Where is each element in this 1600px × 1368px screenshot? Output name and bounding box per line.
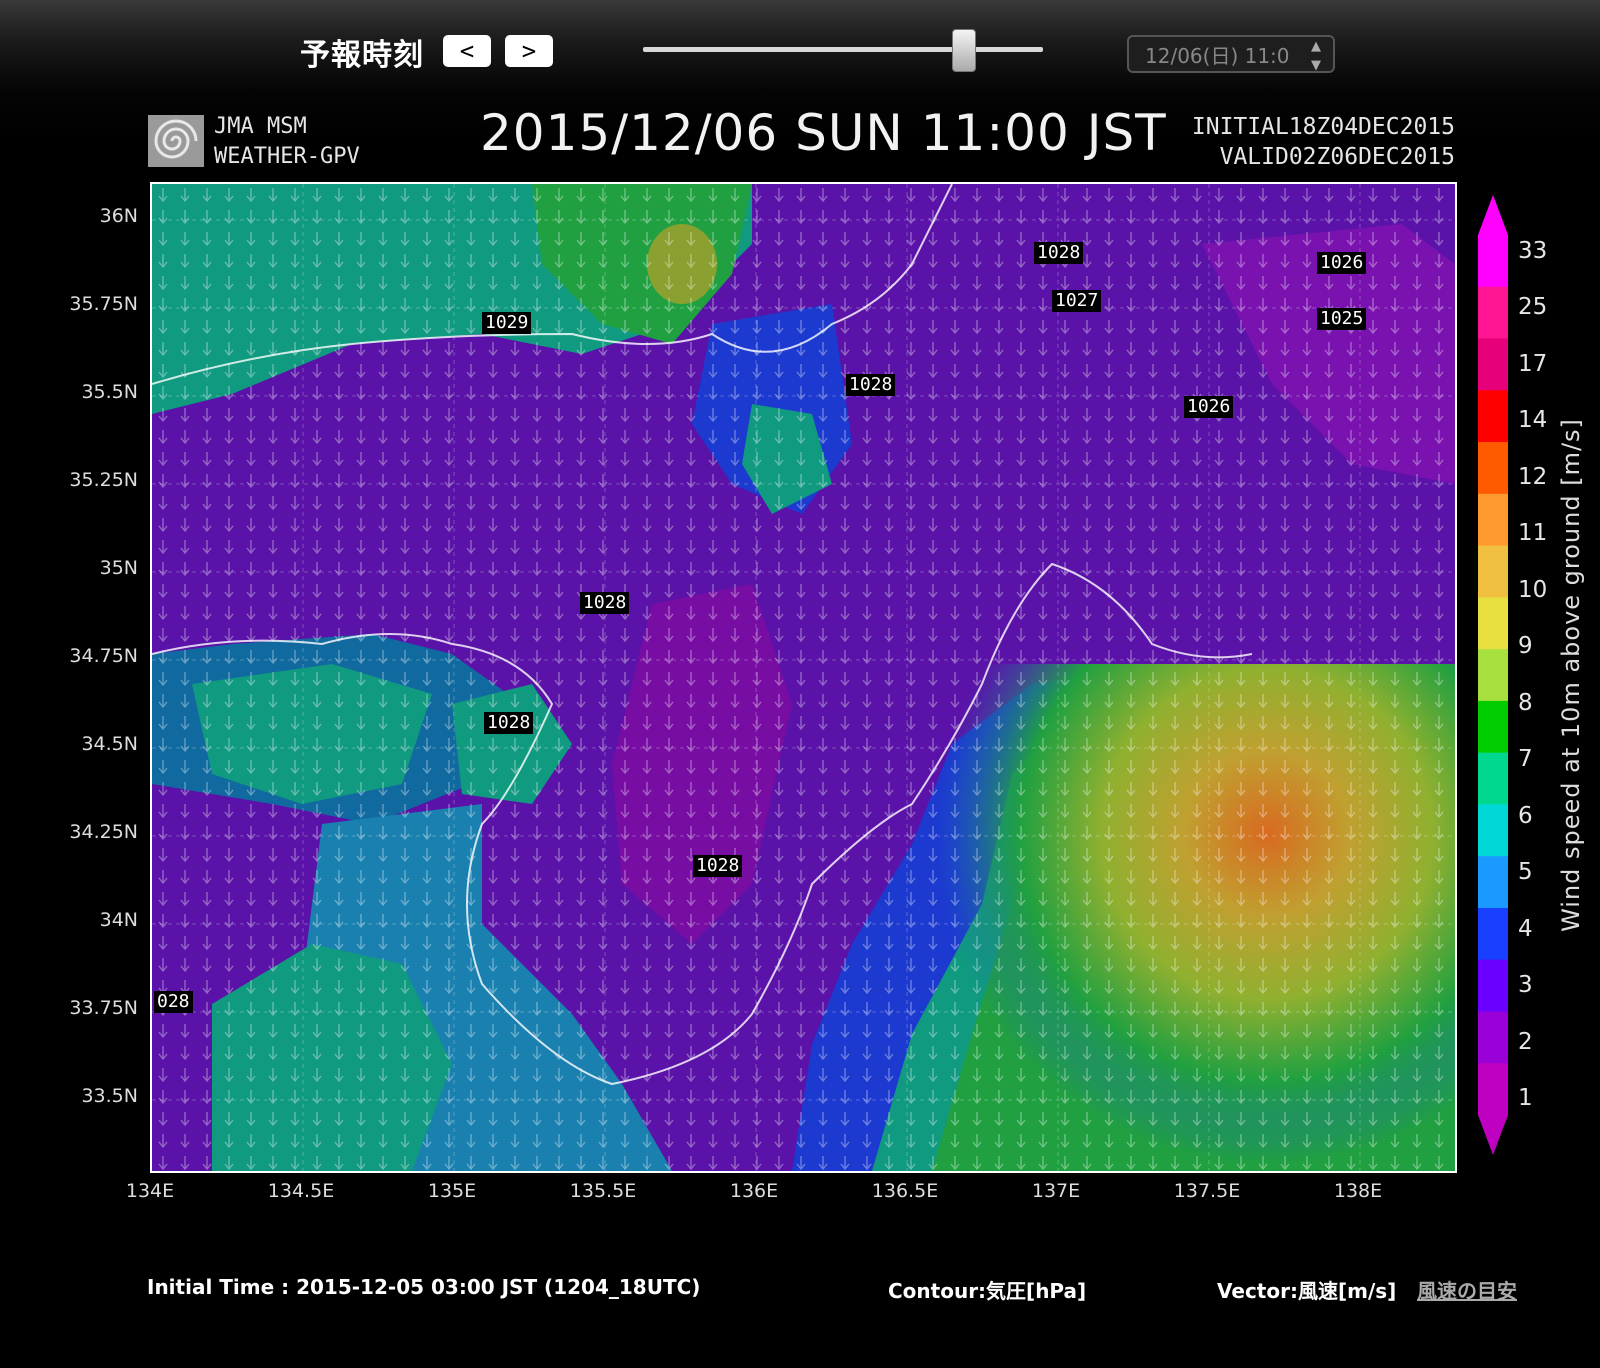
forecast-datetime-title: 2015/12/06 SUN 11:00 JST xyxy=(480,104,1167,162)
colorbar-swatch xyxy=(1478,959,1508,1012)
colorbar-swatch xyxy=(1478,338,1508,391)
isobar-label: 1028 xyxy=(846,374,896,396)
time-select[interactable]: 12/06(日) 11:0 ▲ ▼ xyxy=(1127,35,1335,73)
colorbar-swatch xyxy=(1478,390,1508,443)
isobar-label: 1025 xyxy=(1317,308,1367,330)
lon-label: 134.5E xyxy=(267,1180,335,1202)
colorbar-swatch xyxy=(1478,286,1508,340)
lat-label: 33.75N xyxy=(69,997,138,1019)
isobar-label: 1028 xyxy=(693,855,743,877)
jma-swirl-logo-icon xyxy=(148,115,204,167)
forecast-time-label: 予報時刻 xyxy=(300,38,424,73)
wind-speed-guide-link-text[interactable]: 風速の目安 xyxy=(1417,1279,1517,1303)
isobar-label: 1026 xyxy=(1184,396,1234,418)
colorbar-label: 14 xyxy=(1518,407,1548,433)
isobar-label: 1026 xyxy=(1317,252,1367,274)
isobar-label: 1028 xyxy=(484,712,534,734)
colorbar-label: 3 xyxy=(1518,972,1533,998)
lat-label: 34.25N xyxy=(69,821,138,843)
contour-legend: Contour:気圧[hPa] xyxy=(888,1279,1087,1303)
prev-time-button[interactable]: < xyxy=(443,35,491,67)
colorbar-bottom-arrow xyxy=(1478,1115,1508,1155)
init-valid-info: INITIAL18Z04DEC2015 VALID02Z06DEC2015 xyxy=(1140,112,1455,172)
isobar-label: 028 xyxy=(154,991,193,1013)
lon-label: 135E xyxy=(427,1180,477,1202)
lon-label: 134E xyxy=(125,1180,175,1202)
time-slider-handle[interactable] xyxy=(952,29,976,72)
wind-map: 1028 1027 1026 1025 1029 1028 1026 1028 … xyxy=(150,182,1457,1173)
lon-label: 137.5E xyxy=(1173,1180,1241,1202)
select-arrows-icon: ▲ ▼ xyxy=(1311,39,1321,73)
initial-time-text: Initial Time : 2015-12-05 03:00 JST (120… xyxy=(147,1275,701,1299)
colorbar-swatch xyxy=(1478,804,1508,857)
lon-label: 138E xyxy=(1333,1180,1383,1202)
valid-time-code: VALID02Z06DEC2015 xyxy=(1219,144,1455,170)
colorbar-label: 5 xyxy=(1518,859,1533,885)
colorbar-swatch xyxy=(1478,545,1508,598)
wind-speed-colorbar xyxy=(1478,195,1508,1155)
lat-label: 33.5N xyxy=(81,1085,138,1107)
lat-label: 35.25N xyxy=(69,469,138,491)
lon-label: 137E xyxy=(1031,1180,1081,1202)
colorbar-label: 2 xyxy=(1518,1029,1533,1055)
colorbar-swatch xyxy=(1478,856,1508,909)
lon-label: 136E xyxy=(729,1180,779,1202)
colorbar-label: 11 xyxy=(1518,520,1548,546)
lat-label: 34.75N xyxy=(69,645,138,667)
isobar-label: 1029 xyxy=(482,312,532,334)
colorbar-label: 7 xyxy=(1518,746,1533,772)
isobar-label: 1028 xyxy=(1034,242,1084,264)
colorbar-label: 17 xyxy=(1518,351,1548,377)
colorbar-swatch xyxy=(1478,442,1508,495)
colorbar-top-arrow xyxy=(1478,195,1508,235)
colorbar-label: 25 xyxy=(1518,294,1548,320)
colorbar-label: 1 xyxy=(1518,1085,1533,1111)
logo-text: JMA MSM WEATHER-GPV xyxy=(214,112,360,172)
logo-line-2: WEATHER-GPV xyxy=(214,144,360,169)
colorbar-label: 9 xyxy=(1518,633,1533,659)
lat-label: 35.5N xyxy=(81,381,138,403)
colorbar-swatch xyxy=(1478,907,1508,961)
lat-label: 35.75N xyxy=(69,293,138,315)
colorbar-swatch xyxy=(1478,493,1508,547)
isobar-label: 1027 xyxy=(1052,290,1102,312)
lat-label: 34N xyxy=(99,909,138,931)
colorbar-title: Wind speed at 10m above ground [m/s] xyxy=(1557,418,1585,932)
colorbar-label: 12 xyxy=(1518,464,1548,490)
colorbar-swatch xyxy=(1478,700,1508,754)
colorbar-swatch xyxy=(1478,1011,1508,1064)
time-slider-track[interactable] xyxy=(643,47,1043,52)
initial-time-code: INITIAL18Z04DEC2015 xyxy=(1191,114,1455,140)
colorbar-label: 8 xyxy=(1518,690,1533,716)
next-time-button[interactable]: > xyxy=(505,35,553,67)
colorbar-label: 33 xyxy=(1518,238,1548,264)
colorbar-swatch xyxy=(1478,597,1508,650)
wind-map-canvas xyxy=(152,184,1455,1171)
lon-label: 135.5E xyxy=(569,1180,637,1202)
vector-legend: Vector:風速[m/s] xyxy=(1217,1279,1397,1303)
colorbar-swatch xyxy=(1478,1063,1508,1116)
isobar-label: 1028 xyxy=(580,592,630,614)
colorbar-label: 10 xyxy=(1518,577,1548,603)
app-frame: 予報時刻 < > 12/06(日) 11:0 ▲ ▼ JMA MSM WEATHE… xyxy=(0,0,1600,1368)
colorbar-swatch xyxy=(1478,235,1508,288)
time-select-value: 12/06(日) 11:0 xyxy=(1145,44,1290,68)
lat-label: 35N xyxy=(99,557,138,579)
colorbar-swatch xyxy=(1478,752,1508,805)
lat-label: 34.5N xyxy=(81,733,138,755)
colorbar-label: 6 xyxy=(1518,803,1533,829)
wind-speed-guide-link[interactable]: 風速の目安 xyxy=(1417,1275,1517,1304)
colorbar-swatch xyxy=(1478,649,1508,702)
lon-label: 136.5E xyxy=(871,1180,939,1202)
lat-label: 36N xyxy=(99,205,138,227)
logo-line-1: JMA MSM xyxy=(214,114,307,139)
colorbar-label: 4 xyxy=(1518,916,1533,942)
